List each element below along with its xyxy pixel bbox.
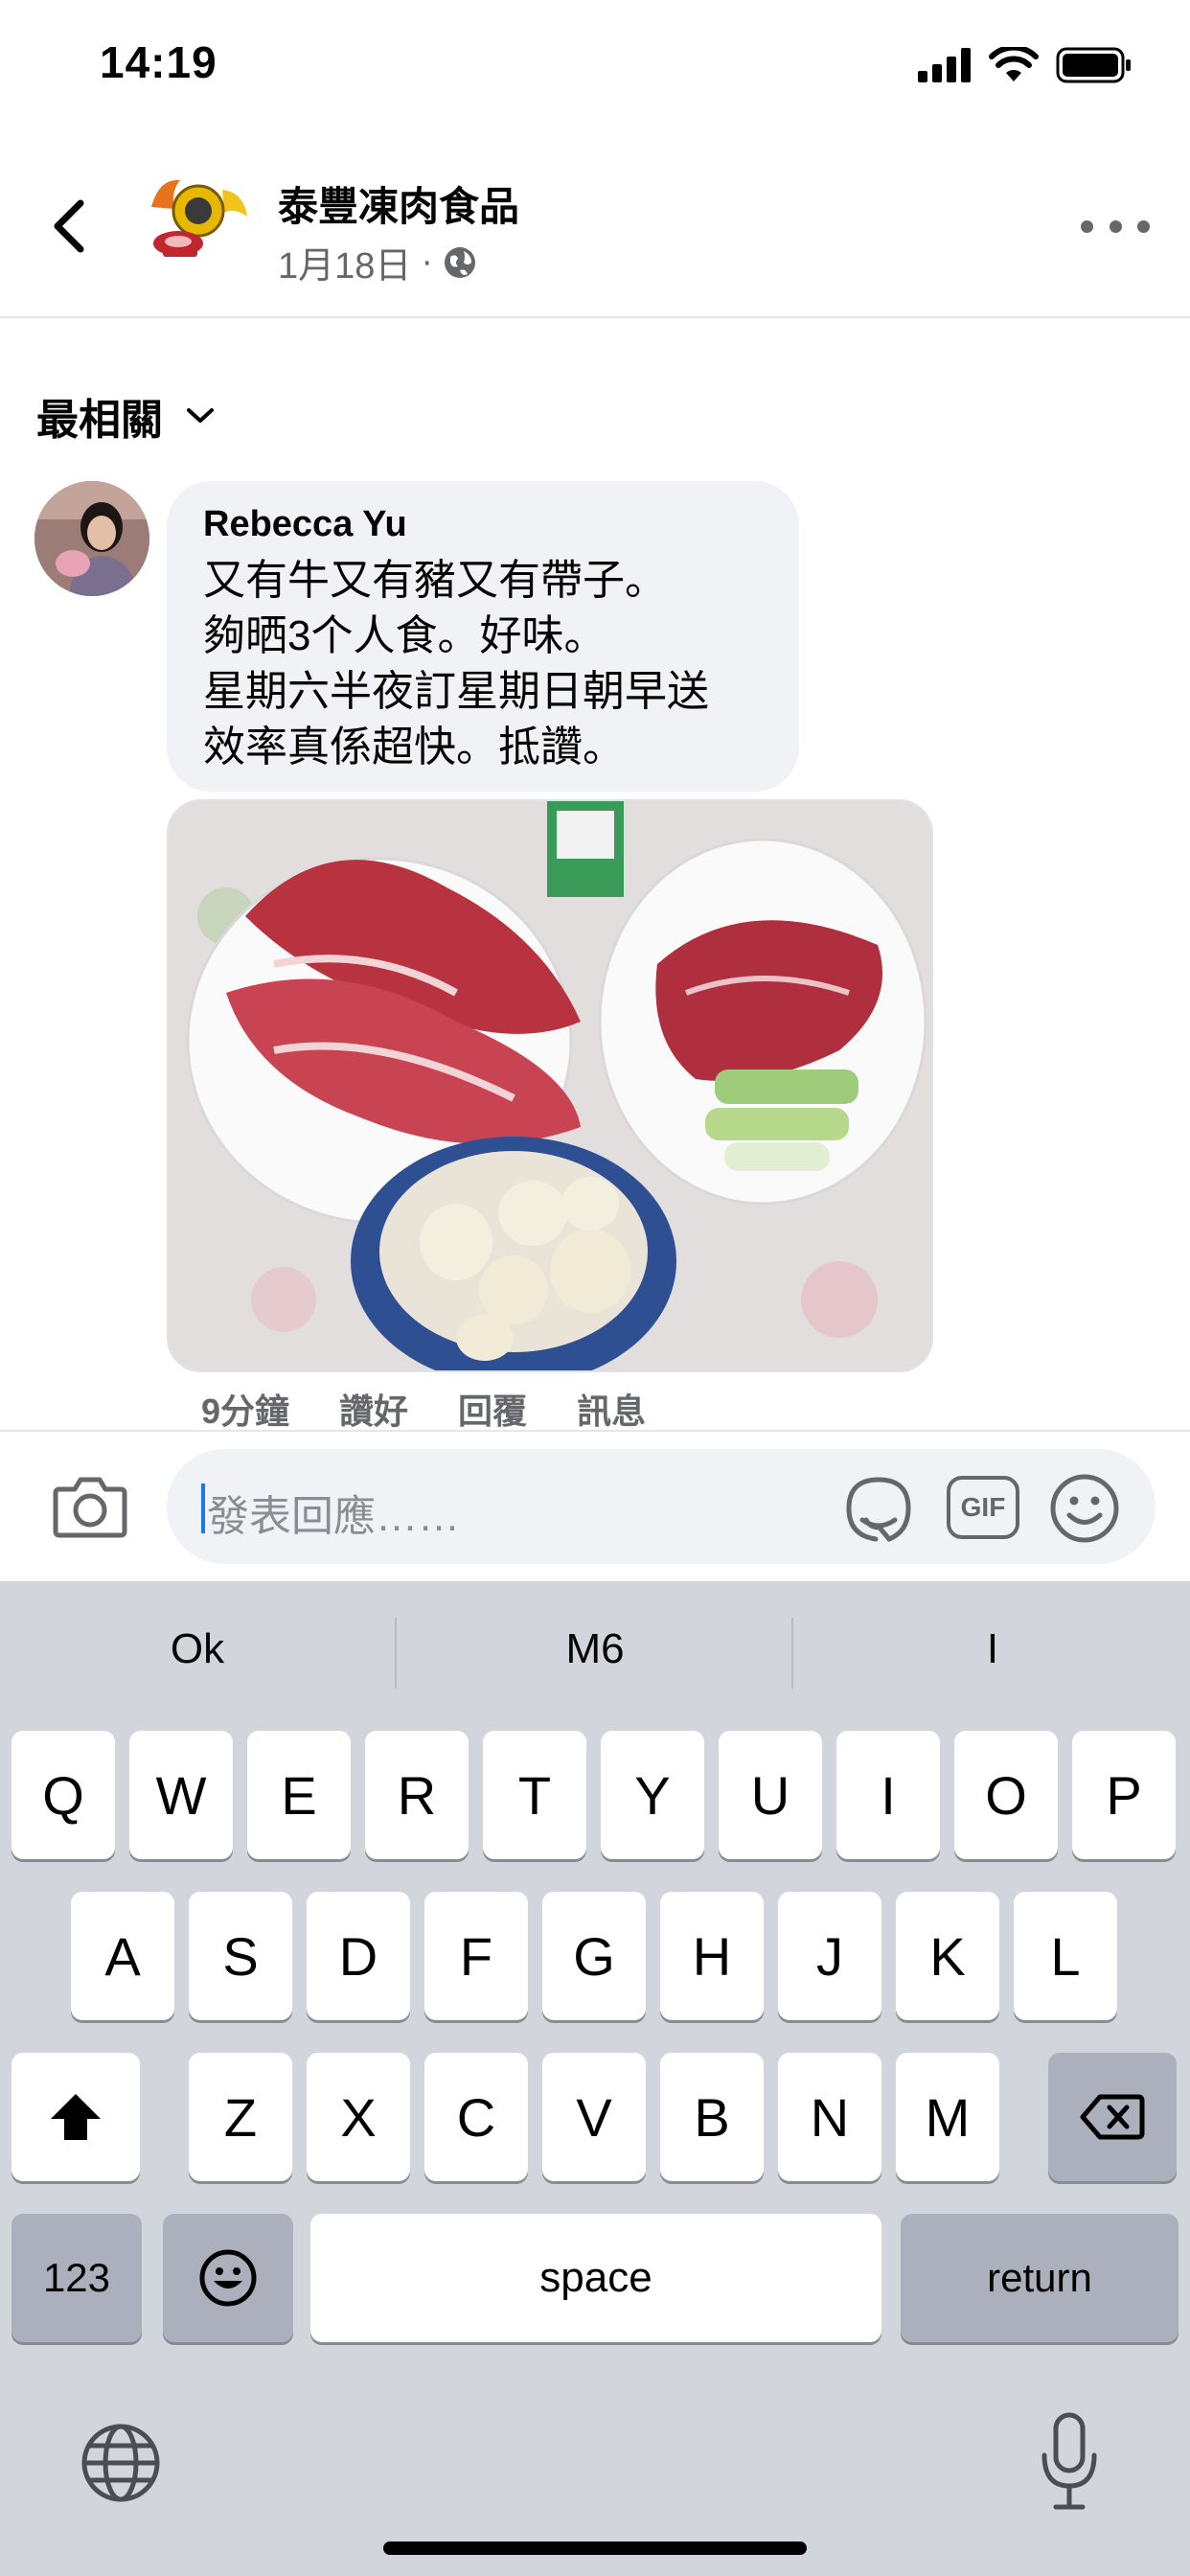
key-j[interactable]: J <box>778 1892 881 2020</box>
suggestion-item[interactable]: M6 <box>398 1625 792 1673</box>
suggestion-divider <box>395 1618 397 1689</box>
return-key[interactable]: return <box>901 2214 1179 2342</box>
suggestion-divider <box>791 1618 793 1689</box>
sort-label: 最相關 <box>36 397 163 444</box>
wifi-icon <box>989 47 1039 81</box>
food-photo-image <box>169 801 931 1370</box>
comment-text-line: 夠晒3个人食。好味。 <box>203 612 606 659</box>
comment-bubble[interactable]: Rebecca Yu 又有牛又有豬又有帶子。 夠晒3个人食。好味。 星期六半夜訂… <box>167 481 799 792</box>
message-button[interactable]: 訊息 <box>577 1384 646 1434</box>
dictation-key[interactable] <box>1039 2411 1100 2515</box>
dot-icon <box>1137 219 1150 233</box>
sticker-button[interactable] <box>841 1472 916 1545</box>
key-l[interactable]: L <box>1014 1892 1117 2020</box>
comment-composer: 發表回應…… GIF <box>0 1430 1190 1581</box>
key-x[interactable]: X <box>307 2053 410 2181</box>
key-c[interactable]: C <box>424 2053 528 2181</box>
microphone-icon <box>1041 2412 1097 2510</box>
suggestion-item[interactable]: Ok <box>0 1625 395 1673</box>
key-i[interactable]: I <box>836 1731 940 1859</box>
key-g[interactable]: G <box>542 1892 646 2020</box>
camera-button[interactable] <box>52 1474 128 1539</box>
globe-key[interactable] <box>75 2417 167 2509</box>
comment-sort-selector[interactable]: 最相關 <box>36 385 215 447</box>
battery-icon <box>1056 47 1131 83</box>
comment-input-placeholder: 發表回應…… <box>207 1493 460 1540</box>
chevron-down-icon <box>187 408 214 423</box>
emoji-face-icon <box>199 2249 257 2307</box>
key-p[interactable]: P <box>1072 1731 1176 1859</box>
camera-icon <box>53 1477 127 1538</box>
globe-public-icon <box>445 246 476 278</box>
post-header: 泰豐凍肉食品 1月18日 · <box>0 153 1190 318</box>
comment-text-line: 星期六半夜訂星期日朝早送 <box>203 668 709 715</box>
key-z[interactable]: Z <box>189 2053 292 2181</box>
smiley-icon <box>1050 1474 1119 1543</box>
comment-text-line: 效率真係超快。抵讚。 <box>203 724 625 770</box>
post-date[interactable]: 1月18日 <box>278 236 411 288</box>
key-w[interactable]: W <box>129 1731 233 1859</box>
reply-button[interactable]: 回覆 <box>458 1384 527 1434</box>
more-options-button[interactable] <box>1081 207 1150 245</box>
key-y[interactable]: Y <box>601 1731 704 1859</box>
page-logo[interactable] <box>142 161 255 274</box>
commenter-avatar[interactable] <box>34 481 149 596</box>
page-name[interactable]: 泰豐凍肉食品 <box>278 174 519 233</box>
shift-key[interactable] <box>11 2053 140 2181</box>
cellular-signal-icon <box>918 48 971 82</box>
globe-icon <box>81 2424 160 2502</box>
keyboard: Ok M6 I Q W E R T Y U I O P A S D F G H … <box>0 1581 1190 2576</box>
chevron-left-icon <box>54 199 84 253</box>
delete-key[interactable] <box>1048 2053 1177 2181</box>
dot-icon <box>1109 219 1122 233</box>
status-time: 14:19 <box>100 37 217 87</box>
suggestion-item[interactable]: I <box>795 1625 1190 1673</box>
numbers-key[interactable]: 123 <box>11 2214 142 2342</box>
key-q[interactable]: Q <box>11 1731 115 1859</box>
comment-text-line: 又有牛又有豬又有帶子。 <box>203 557 667 604</box>
comment-input[interactable]: 發表回應…… GIF <box>167 1449 1156 1564</box>
key-s[interactable]: S <box>189 1892 292 2020</box>
backspace-icon <box>1080 2094 1145 2140</box>
page-logo-image <box>143 162 254 273</box>
key-f[interactable]: F <box>424 1892 528 2020</box>
key-h[interactable]: H <box>660 1892 764 2020</box>
comment-photo[interactable] <box>167 799 933 1372</box>
key-n[interactable]: N <box>778 2053 881 2181</box>
emoji-keyboard-key[interactable] <box>163 2214 293 2342</box>
avatar-image <box>34 481 149 596</box>
sticker-icon <box>846 1477 911 1542</box>
key-b[interactable]: B <box>660 2053 764 2181</box>
comment-author[interactable]: Rebecca Yu <box>203 504 763 545</box>
key-t[interactable]: T <box>483 1731 586 1859</box>
key-k[interactable]: K <box>896 1892 999 2020</box>
comment-timestamp[interactable]: 9分鐘 <box>201 1384 289 1434</box>
status-bar: 14:19 <box>0 0 1190 134</box>
status-icons <box>918 46 1133 84</box>
space-key[interactable]: space <box>310 2214 881 2342</box>
text-caret <box>201 1484 205 1533</box>
emoji-button[interactable] <box>1048 1472 1121 1545</box>
post-meta: 1月18日 · <box>278 236 477 288</box>
key-e[interactable]: E <box>247 1731 351 1859</box>
back-button[interactable] <box>44 190 94 263</box>
shift-arrow-icon <box>51 2094 101 2140</box>
key-m[interactable]: M <box>896 2053 999 2181</box>
key-r[interactable]: R <box>365 1731 469 1859</box>
home-indicator[interactable] <box>383 2542 807 2555</box>
key-o[interactable]: O <box>954 1731 1058 1859</box>
gif-button[interactable]: GIF <box>947 1476 1019 1539</box>
key-a[interactable]: A <box>71 1892 174 2020</box>
dot-icon <box>1081 219 1093 233</box>
comment-actions: 9分鐘 讚好 回覆 訊息 <box>201 1384 646 1434</box>
key-v[interactable]: V <box>542 2053 646 2181</box>
key-d[interactable]: D <box>307 1892 410 2020</box>
key-u[interactable]: U <box>719 1731 822 1859</box>
meta-separator: · <box>421 242 434 282</box>
like-button[interactable]: 讚好 <box>339 1384 408 1434</box>
